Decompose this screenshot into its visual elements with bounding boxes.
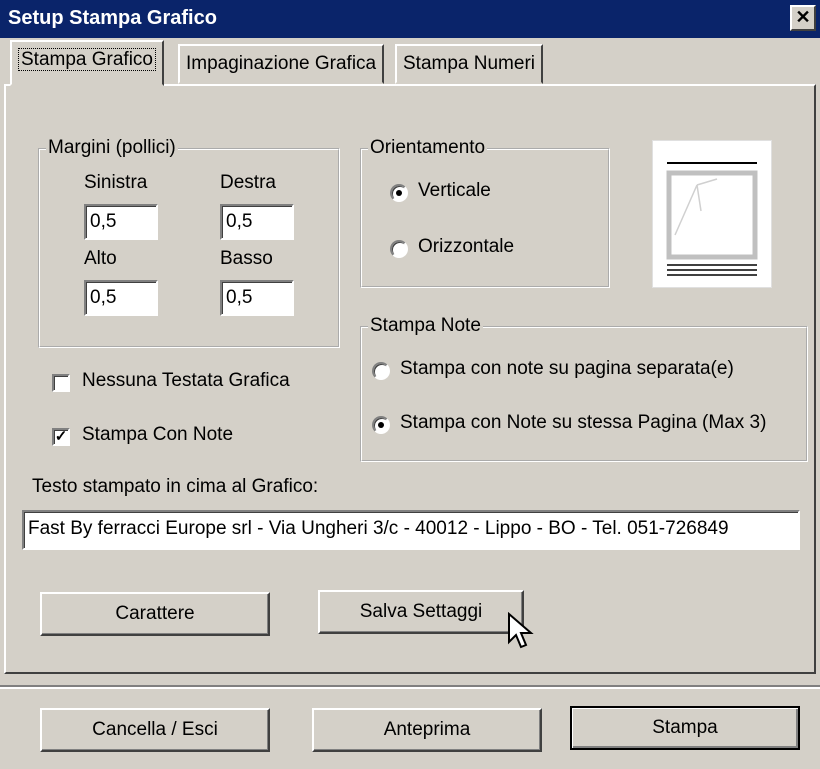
close-button[interactable]: ✕ xyxy=(790,5,816,31)
notes-same-page-label[interactable]: Stampa con Note su stessa Pagina (Max 3) xyxy=(400,412,766,434)
print-notes-group: Stampa Note Stampa con note su pagina se… xyxy=(360,315,808,462)
right-margin-input[interactable] xyxy=(220,204,294,240)
page-preview-icon xyxy=(666,162,758,276)
no-header-checkbox[interactable] xyxy=(52,374,70,392)
mouse-cursor-icon xyxy=(508,612,534,649)
footer-separator-highlight xyxy=(0,687,820,689)
print-button[interactable]: Stampa xyxy=(570,706,800,750)
bottom-margin-label: Basso xyxy=(220,248,273,269)
page-preview xyxy=(652,140,772,288)
cancel-exit-button[interactable]: Cancella / Esci xyxy=(40,708,270,752)
checkmark-icon: ✓ xyxy=(54,428,68,445)
setup-dialog: Setup Stampa Grafico ✕ Stampa Grafico Im… xyxy=(0,0,820,769)
close-icon: ✕ xyxy=(795,7,811,27)
print-notes-checkbox[interactable]: ✓ xyxy=(52,428,70,446)
horizontal-radio[interactable] xyxy=(390,240,408,258)
tab-panel: Margini (pollici) Sinistra Destra Alto B… xyxy=(4,84,816,674)
vertical-label[interactable]: Verticale xyxy=(418,180,491,202)
header-text-label: Testo stampato in cima al Grafico: xyxy=(32,476,319,497)
notes-separate-page-label[interactable]: Stampa con note su pagina separata(e) xyxy=(400,358,734,380)
top-margin-input[interactable] xyxy=(84,280,158,316)
left-margin-label: Sinistra xyxy=(84,172,148,193)
header-text-input[interactable]: Fast By ferracci Europe srl - Via Ungher… xyxy=(22,510,800,550)
window-title: Setup Stampa Grafico xyxy=(8,7,217,29)
orientation-group: Orientamento Verticale Orizzontale xyxy=(360,137,610,288)
notes-separate-page-radio[interactable] xyxy=(372,362,390,380)
save-settings-button[interactable]: Salva Settaggi xyxy=(318,590,524,634)
right-margin-label: Destra xyxy=(220,172,276,193)
tab-stampa-numeri[interactable]: Stampa Numeri xyxy=(395,44,543,84)
tab-stampa-grafico[interactable]: Stampa Grafico xyxy=(10,40,164,86)
orientation-legend: Orientamento xyxy=(368,137,488,159)
bottom-margin-input[interactable] xyxy=(220,280,294,316)
print-notes-label[interactable]: Stampa Con Note xyxy=(82,424,233,446)
margins-group: Margini (pollici) Sinistra Destra Alto B… xyxy=(38,137,340,348)
horizontal-label[interactable]: Orizzontale xyxy=(418,236,514,258)
notes-same-page-radio[interactable] xyxy=(372,416,390,434)
font-button[interactable]: Carattere xyxy=(40,592,270,636)
tab-impaginazione-grafica[interactable]: Impaginazione Grafica xyxy=(178,44,385,84)
left-margin-input[interactable] xyxy=(84,204,158,240)
vertical-radio[interactable] xyxy=(390,184,408,202)
print-notes-legend: Stampa Note xyxy=(368,315,483,337)
top-margin-label: Alto xyxy=(84,248,117,269)
margins-legend: Margini (pollici) xyxy=(46,137,178,159)
no-header-label[interactable]: Nessuna Testata Grafica xyxy=(82,370,290,392)
preview-button[interactable]: Anteprima xyxy=(312,708,542,752)
title-bar[interactable]: Setup Stampa Grafico ✕ xyxy=(0,0,820,38)
